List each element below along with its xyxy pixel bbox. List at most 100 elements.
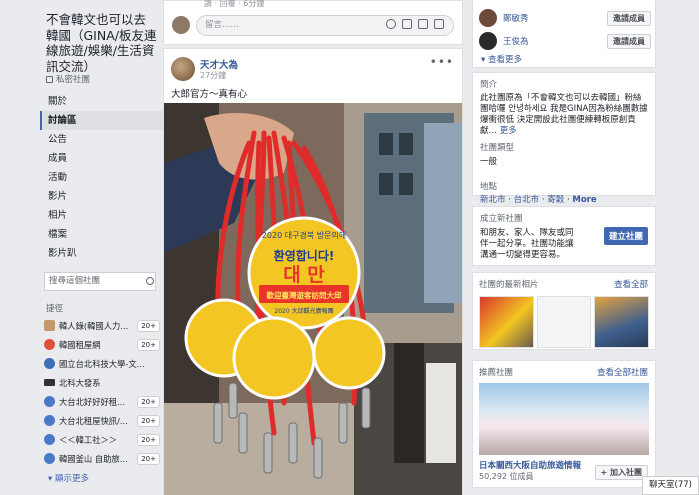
group-search-input[interactable]: 搜尋這個社團	[44, 272, 156, 291]
feed-column: 讚 · 回覆 · 6分鐘 留言…… 天才大為 27分鐘 ••• 大郎官方～真有心	[163, 0, 463, 495]
nav-about[interactable]: 關於	[40, 92, 163, 111]
member-name[interactable]: 王俊為	[503, 35, 607, 47]
invite-member-button[interactable]: 邀請成員	[607, 33, 651, 49]
photo-illustration: 2020 대구경북 방문의해 환영합니다! 대 만 歡迎臺灣遊客訪問大邱 202…	[164, 103, 462, 495]
nav-files[interactable]: 檔案	[40, 225, 163, 244]
invite-member-button[interactable]: 邀請成員	[607, 10, 651, 26]
see-more-label: 查看更多	[487, 55, 522, 65]
post-text: 大郎官方～真有心	[171, 89, 248, 100]
location-list: 新北市 · 台北市 · 寄穀 · More	[480, 195, 597, 205]
emoji-icon[interactable]	[386, 19, 396, 29]
photo-thumbnail[interactable]	[536, 296, 592, 348]
sticker-icon[interactable]	[434, 19, 444, 29]
shortcut-item[interactable]: ＜＜韓工社＞＞ 20+	[44, 430, 160, 449]
location-more-link[interactable]: More	[572, 195, 596, 205]
avatar[interactable]	[479, 32, 497, 50]
avatar[interactable]	[479, 9, 497, 27]
notification-badge: 20+	[137, 319, 160, 332]
comment-composer: 讚 · 回覆 · 6分鐘 留言……	[163, 0, 463, 45]
shortcut-item[interactable]: 韓國釜山 自助旅... 20+	[44, 449, 160, 468]
search-icon[interactable]	[146, 277, 154, 285]
photo-thumbnail[interactable]	[479, 296, 534, 348]
create-group-card: 成立新社團 和朋友、家人、隊友或同伴一起分享。社團功能讓溝通一切變得更容易。 建…	[472, 206, 656, 266]
post-photo[interactable]: 2020 대구경북 방문의해 환영합니다! 대 만 歡迎臺灣遊客訪問大邱 202…	[164, 103, 462, 495]
nav-photos[interactable]: 相片	[40, 206, 163, 225]
shortcut-item[interactable]: 大台北好好好租... 20+	[44, 392, 160, 411]
location-link[interactable]: 台北市	[514, 195, 540, 205]
group-avatar-icon	[44, 358, 55, 369]
shortcut-label: 大台北租屋快訊/...	[59, 415, 128, 426]
nav-events[interactable]: 活動	[40, 168, 163, 187]
create-group-text: 和朋友、家人、隊友或同伴一起分享。社團功能讓溝通一切變得更容易。	[480, 228, 574, 260]
join-group-button[interactable]: + 加入社團	[594, 465, 648, 480]
left-sidebar: 不會韓文也可以去韓國（GINA/板友連線旅遊/娛樂/生活資訊交流） 私密社團 關…	[0, 0, 163, 495]
group-avatar-icon	[44, 320, 55, 331]
about-heading: 簡介	[480, 80, 498, 90]
group-icon	[44, 396, 55, 407]
nav-members[interactable]: 成員	[40, 149, 163, 168]
avatar[interactable]	[171, 57, 195, 81]
lock-icon	[46, 76, 53, 83]
shortcut-label: 北科大發系	[59, 377, 101, 388]
chat-button[interactable]: 聊天室(77)	[642, 476, 699, 495]
see-more-members-link[interactable]: ▾ 查看更多	[481, 53, 522, 65]
shortcut-label: 韓人錄(韓國人力...	[59, 320, 129, 331]
camera-icon[interactable]	[402, 19, 412, 29]
shortcuts-list: 韓人錄(韓國人力... 20+ 韓國租屋網 20+ 國立台北科技大學-文... …	[44, 316, 160, 468]
feed-scrollbar[interactable]	[466, 0, 471, 495]
group-title[interactable]: 不會韓文也可以去韓國（GINA/板友連線旅遊/娛樂/生活資訊交流）	[46, 12, 158, 74]
suggested-members-card: 鄭敏秀 邀請成員 王俊為 邀請成員 ▾ 查看更多	[472, 0, 656, 68]
create-group-heading: 成立新社團	[480, 214, 523, 224]
privacy-label: 私密社團	[56, 75, 91, 85]
chevron-down-icon: ▾	[48, 474, 55, 484]
medal-chinese-text: 歡迎臺灣遊客訪問大邱	[266, 290, 342, 300]
shortcut-label: 韓國釜山 自助旅...	[59, 453, 128, 464]
photo-thumbnail[interactable]	[594, 296, 650, 348]
post-timestamp[interactable]: 27分鐘	[200, 70, 226, 81]
shortcut-label: 韓國租屋網	[59, 339, 101, 350]
chevron-down-icon: ▾	[481, 55, 488, 65]
member-row: 王俊為 邀請成員	[479, 32, 651, 50]
more-options-icon[interactable]: •••	[430, 55, 454, 69]
medal-year-text: 2020 大邱觀光廣報團	[274, 307, 333, 315]
shortcut-item[interactable]: 大台北租屋快訊/... 20+	[44, 411, 160, 430]
see-all-photos-link[interactable]: 查看全部	[614, 278, 648, 290]
comment-tools	[386, 19, 444, 29]
about-card: 簡介 此社團原為「不會韓文也可以去韓國」粉絲團哈囉 안녕하세요 我是GINA因為…	[472, 72, 656, 205]
shortcut-item[interactable]: 國立台北科技大學-文...	[44, 354, 160, 373]
avatar[interactable]	[172, 16, 190, 34]
notification-badge: 20+	[137, 452, 160, 465]
shortcut-item[interactable]: 韓國租屋網 20+	[44, 335, 160, 354]
notification-badge: 20+	[137, 338, 160, 351]
facebook-group-page: 不會韓文也可以去韓國（GINA/板友連線旅遊/娛樂/生活資訊交流） 私密社團 關…	[0, 0, 699, 495]
recommended-group-cover[interactable]	[479, 383, 649, 455]
gif-icon[interactable]	[418, 19, 428, 29]
create-group-button[interactable]: 建立社團	[603, 227, 648, 245]
shortcut-item[interactable]: 北科大發系	[44, 373, 160, 392]
group-avatar-icon	[44, 379, 55, 386]
see-all-groups-link[interactable]: 查看全部社團	[597, 366, 648, 378]
latest-photos-card: 社團的最新相片 查看全部	[472, 272, 656, 350]
group-icon	[44, 415, 55, 426]
nav-videos[interactable]: 影片	[40, 187, 163, 206]
shortcut-label: ＜＜韓工社＞＞	[59, 434, 118, 445]
member-name[interactable]: 鄭敏秀	[503, 12, 607, 24]
about-more-link[interactable]: 更多	[500, 126, 517, 136]
nav-announcements[interactable]: 公告	[40, 130, 163, 149]
nav-watch-party[interactable]: 影片趴	[40, 244, 163, 263]
see-more-label: 顯示更多	[54, 474, 89, 484]
location-link[interactable]: 寄穀	[547, 195, 564, 205]
medal-top-text: 2020 대구경북 방문의해	[262, 230, 346, 240]
group-type-value: 一般	[480, 157, 498, 167]
member-row: 鄭敏秀 邀請成員	[479, 9, 651, 27]
group-nav: 關於 討論區 公告 成員 活動 影片 相片 檔案 影片趴	[40, 92, 163, 263]
nav-discussion[interactable]: 討論區	[40, 111, 163, 130]
recommended-groups-card: 推薦社團 查看全部社團 日本關西大阪自助旅遊情報 50,292 位成員 + 加入…	[472, 360, 656, 488]
location-link[interactable]: 新北市	[480, 195, 506, 205]
post-author[interactable]: 天才大為	[200, 57, 238, 71]
see-more-shortcuts-link[interactable]: ▾ 顯示更多	[48, 472, 89, 484]
shortcut-item[interactable]: 韓人錄(韓國人力... 20+	[44, 316, 160, 335]
shortcut-label: 大台北好好好租...	[59, 396, 125, 407]
notification-badge: 20+	[137, 433, 160, 446]
medal-welcome-text: 환영합니다!	[274, 248, 335, 263]
